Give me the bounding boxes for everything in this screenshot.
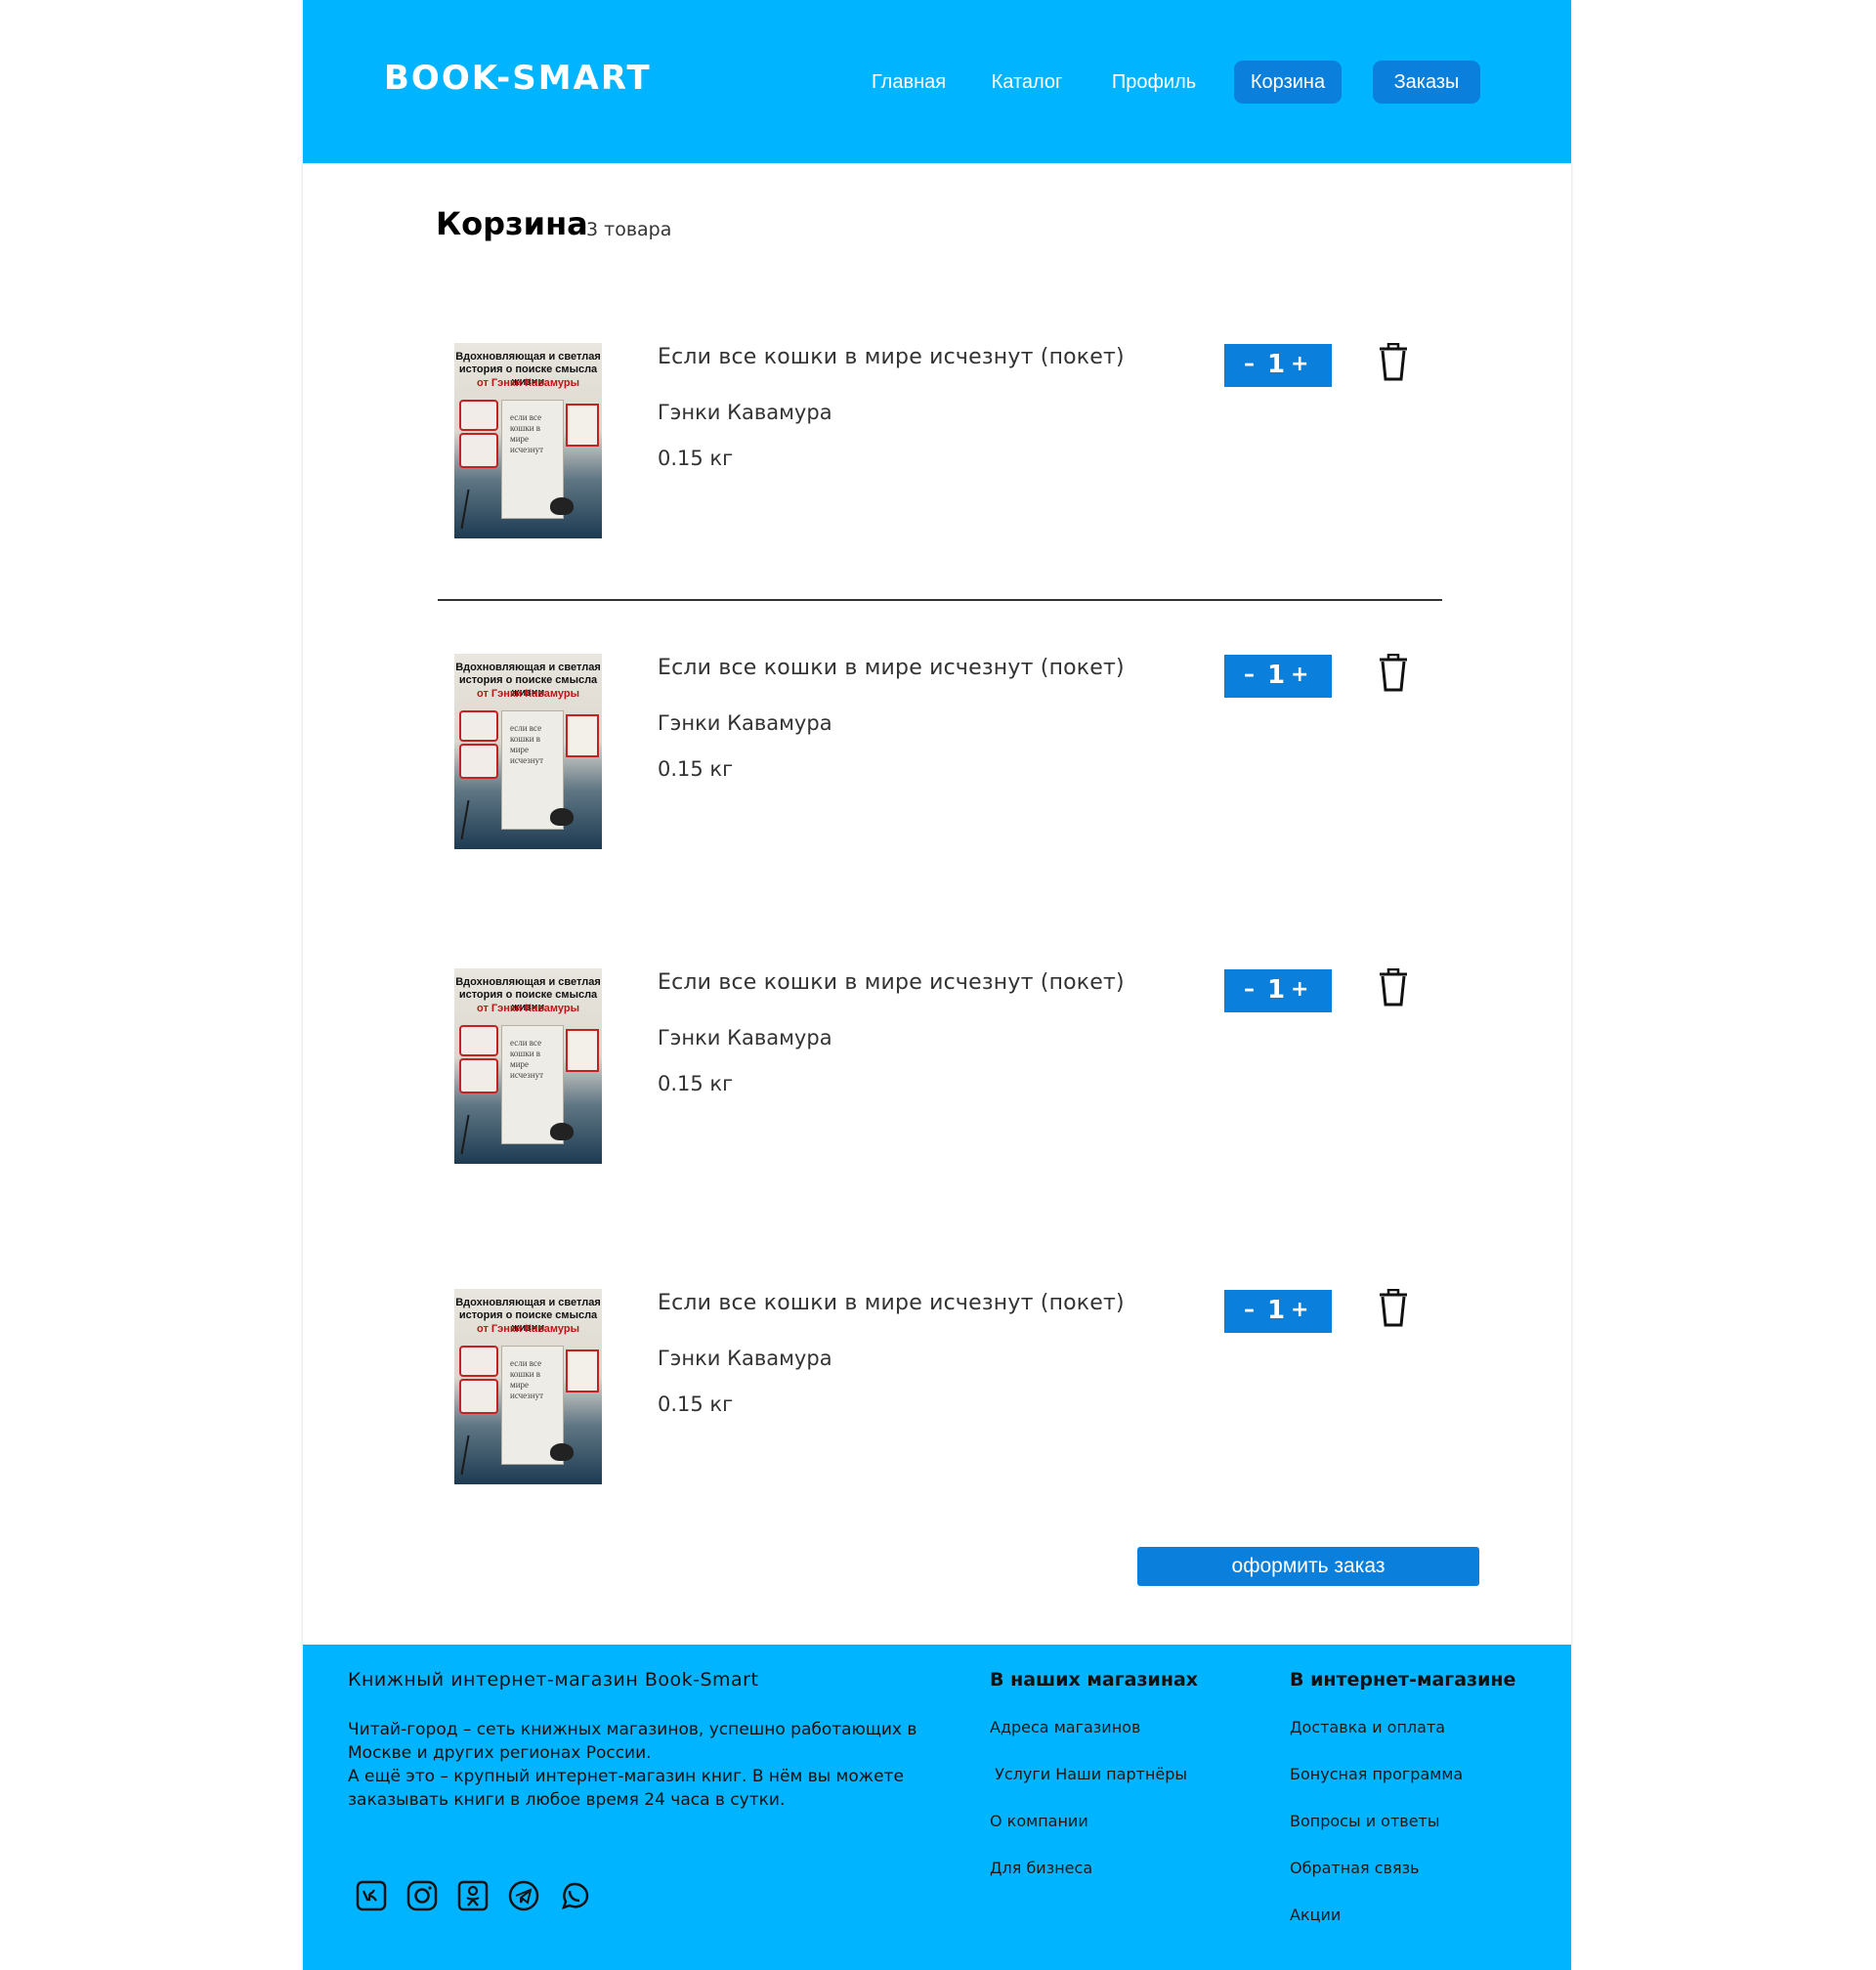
cart-count: 3 товара xyxy=(586,219,672,240)
logo[interactable]: BOOK-SMART xyxy=(384,59,652,98)
quantity-stepper: – 1 + xyxy=(1224,969,1332,1012)
footer-link[interactable]: Доставка и оплата xyxy=(1290,1718,1445,1736)
item-title[interactable]: Если все кошки в мире исчезнут (покет) xyxy=(658,345,1125,369)
quantity-stepper: – 1 + xyxy=(1224,344,1332,387)
cart-item: Вдохновляющая и светлая история о поиске… xyxy=(303,968,1571,1174)
footer-description: Читай-город – сеть книжных магазинов, ус… xyxy=(348,1720,917,1763)
quantity-value: 1 xyxy=(1267,975,1286,1005)
book-cover[interactable]: Вдохновляющая и светлая история о поиске… xyxy=(454,968,602,1164)
footer-link[interactable]: О компании xyxy=(990,1812,1088,1830)
decrease-button[interactable]: – xyxy=(1244,1298,1255,1322)
quantity-value: 1 xyxy=(1267,661,1286,690)
decrease-button[interactable]: – xyxy=(1244,977,1255,1002)
item-author: Гэнки Кавамура xyxy=(658,1347,832,1370)
footer-link[interactable]: Адреса магазинов xyxy=(990,1718,1140,1736)
quantity-stepper: – 1 + xyxy=(1224,1290,1332,1333)
footer-col-title: В интернет-магазине xyxy=(1290,1669,1516,1691)
item-weight: 0.15 кг xyxy=(658,1072,734,1095)
footer-title: Книжный интернет-магазин Book-Smart xyxy=(348,1669,759,1691)
nav-home[interactable]: Главная xyxy=(862,61,956,104)
item-title[interactable]: Если все кошки в мире исчезнут (покет) xyxy=(658,1291,1125,1315)
item-weight: 0.15 кг xyxy=(658,1392,734,1416)
footer-link[interactable]: Бонусная программа xyxy=(1290,1765,1463,1783)
decrease-button[interactable]: – xyxy=(1244,352,1255,376)
quantity-value: 1 xyxy=(1267,350,1286,379)
item-title[interactable]: Если все кошки в мире исчезнут (покет) xyxy=(658,970,1125,995)
book-cover[interactable]: Вдохновляющая и светлая история о поиске… xyxy=(454,1289,602,1484)
increase-button[interactable]: + xyxy=(1291,352,1308,376)
nav-cart[interactable]: Корзина xyxy=(1234,61,1342,104)
increase-button[interactable]: + xyxy=(1291,1298,1308,1322)
cat-illustration xyxy=(550,808,574,826)
cat-illustration xyxy=(550,1443,574,1461)
item-weight: 0.15 кг xyxy=(658,447,734,470)
footer-description: А ещё это – крупный интернет-магазин кни… xyxy=(348,1767,904,1810)
item-title[interactable]: Если все кошки в мире исчезнут (покет) xyxy=(658,656,1125,680)
increase-button[interactable]: + xyxy=(1291,663,1308,687)
trash-icon[interactable] xyxy=(1376,343,1411,382)
trash-icon[interactable] xyxy=(1376,968,1411,1007)
cat-illustration xyxy=(550,1123,574,1140)
trash-icon[interactable] xyxy=(1376,654,1411,693)
cart-item: Вдохновляющая и светлая история о поиске… xyxy=(303,654,1571,859)
cart-item: Вдохновляющая и светлая история о поиске… xyxy=(303,343,1571,548)
increase-button[interactable]: + xyxy=(1291,977,1308,1002)
item-weight: 0.15 кг xyxy=(658,757,734,781)
quantity-value: 1 xyxy=(1267,1296,1286,1325)
nav-profile[interactable]: Профиль xyxy=(1102,61,1206,104)
telegram-icon[interactable] xyxy=(507,1879,540,1912)
decrease-button[interactable]: – xyxy=(1244,663,1255,687)
cat-illustration xyxy=(550,497,574,515)
site-header: BOOK-SMART Главная Каталог Профиль Корзи… xyxy=(303,0,1571,163)
footer-link[interactable]: Услуги Наши партнёры xyxy=(990,1765,1187,1783)
footer-col-title: В наших магазинах xyxy=(990,1669,1199,1691)
vk-icon[interactable] xyxy=(355,1879,388,1912)
footer-link[interactable]: Вопросы и ответы xyxy=(1290,1812,1440,1830)
item-author: Гэнки Кавамура xyxy=(658,401,832,424)
site-footer: Книжный интернет-магазин Book-Smart Чита… xyxy=(303,1645,1571,1970)
trash-icon[interactable] xyxy=(1376,1289,1411,1328)
nav-orders[interactable]: Заказы xyxy=(1373,61,1480,104)
footer-link[interactable]: Акции xyxy=(1290,1906,1341,1924)
item-author: Гэнки Кавамура xyxy=(658,1026,832,1049)
book-cover[interactable]: Вдохновляющая и светлая история о поиске… xyxy=(454,654,602,849)
item-author: Гэнки Кавамура xyxy=(658,711,832,735)
nav-catalog[interactable]: Каталог xyxy=(983,61,1071,104)
cart-item: Вдохновляющая и светлая история о поиске… xyxy=(303,1289,1571,1494)
instagram-icon[interactable] xyxy=(405,1879,439,1912)
page-frame: BOOK-SMART Главная Каталог Профиль Корзи… xyxy=(303,0,1571,1970)
checkout-button[interactable]: оформить заказ xyxy=(1137,1547,1479,1586)
whatsapp-icon[interactable] xyxy=(558,1879,591,1912)
book-cover[interactable]: Вдохновляющая и светлая история о поиске… xyxy=(454,343,602,538)
divider xyxy=(438,599,1442,601)
odnoklassniki-icon[interactable] xyxy=(456,1879,490,1912)
footer-link[interactable]: Обратная связь xyxy=(1290,1859,1420,1877)
quantity-stepper: – 1 + xyxy=(1224,655,1332,698)
footer-link[interactable]: Для бизнеса xyxy=(990,1859,1092,1877)
page-title: Корзина xyxy=(436,205,588,242)
